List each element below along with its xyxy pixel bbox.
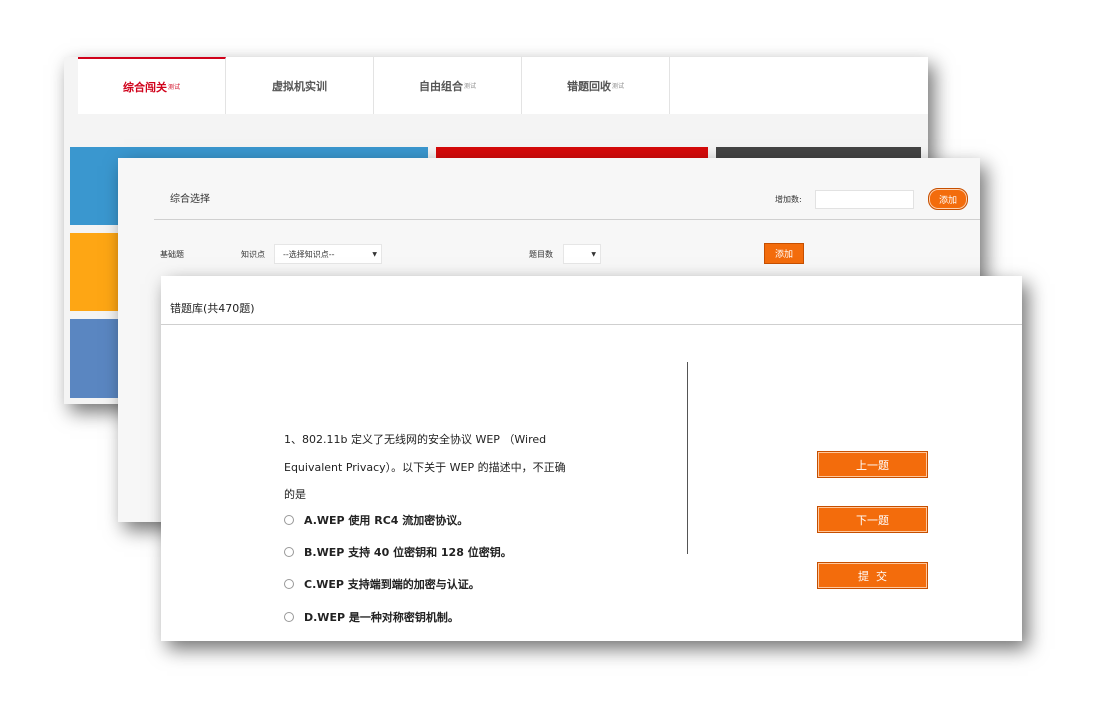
radio-button[interactable] — [284, 515, 294, 525]
tab-label: 虚拟机实训 — [272, 79, 327, 93]
panel-title: 综合选择 — [170, 194, 210, 205]
dropdown-arrow-icon: ▼ — [591, 250, 596, 258]
next-question-button[interactable]: 下一题 — [817, 506, 928, 533]
dropdown-arrow-icon: ▼ — [372, 250, 377, 258]
knowledge-select[interactable]: --选择知识点-- ▼ — [274, 244, 382, 264]
option-d[interactable]: D.WEP 是一种对称密钥机制。 — [284, 609, 459, 625]
tab-comprehensive[interactable]: 综合闯关 测试 — [78, 57, 226, 114]
knowledge-select-value: --选择知识点-- — [283, 249, 335, 259]
vertical-divider — [687, 362, 688, 554]
divider — [154, 219, 980, 220]
option-label: C.WEP 支持端到端的加密与认证。 — [304, 578, 480, 591]
category-tile-orange[interactable] — [70, 233, 122, 311]
tab-vm-training[interactable]: 虚拟机实训 — [226, 57, 374, 114]
radio-button[interactable] — [284, 612, 294, 622]
option-c[interactable]: C.WEP 支持端到端的加密与认证。 — [284, 576, 480, 592]
option-b[interactable]: B.WEP 支持 40 位密钥和 128 位密钥。 — [284, 544, 512, 560]
tab-suffix: 测试 — [167, 84, 180, 91]
option-label: B.WEP 支持 40 位密钥和 128 位密钥。 — [304, 546, 512, 559]
category-label: 基础题 — [160, 250, 184, 259]
radio-button[interactable] — [284, 547, 294, 557]
tab-suffix: 测试 — [463, 83, 476, 90]
submit-button[interactable]: 提 交 — [817, 562, 928, 589]
tab-label: 错题回收 — [566, 79, 611, 93]
add-button[interactable]: 添加 — [764, 243, 804, 264]
question-count-label: 题目数 — [529, 250, 553, 259]
add-round-button[interactable]: 添加 — [928, 188, 968, 210]
tab-label: 综合闯关 — [122, 80, 167, 94]
mode-tabs: 综合闯关 测试 虚拟机实训 自由组合 测试 错题回收 测试 — [78, 57, 928, 114]
divider — [161, 324, 1022, 325]
radio-button[interactable] — [284, 579, 294, 589]
option-label: A.WEP 使用 RC4 流加密协议。 — [304, 514, 469, 527]
tab-suffix: 测试 — [611, 83, 624, 90]
panel-title: 错题库(共470题) — [170, 302, 255, 315]
prev-question-button[interactable]: 上一题 — [817, 451, 928, 478]
increase-count-label: 增加数: — [775, 195, 802, 204]
option-a[interactable]: A.WEP 使用 RC4 流加密协议。 — [284, 512, 468, 528]
increase-count-input[interactable] — [815, 190, 914, 209]
knowledge-label: 知识点 — [241, 250, 265, 259]
tab-free-combination[interactable]: 自由组合 测试 — [374, 57, 522, 114]
option-label: D.WEP 是一种对称密钥机制。 — [304, 611, 459, 624]
question-text: 1、802.11b 定义了无线网的安全协议 WEP （Wired Equival… — [284, 433, 566, 501]
wrong-question-window: 错题库(共470题) 1、802.11b 定义了无线网的安全协议 WEP （Wi… — [161, 276, 1022, 641]
tab-label: 自由组合 — [418, 79, 463, 93]
tab-wrong-recycle[interactable]: 错题回收 测试 — [522, 57, 670, 114]
question-count-select[interactable]: ▼ — [563, 244, 601, 264]
